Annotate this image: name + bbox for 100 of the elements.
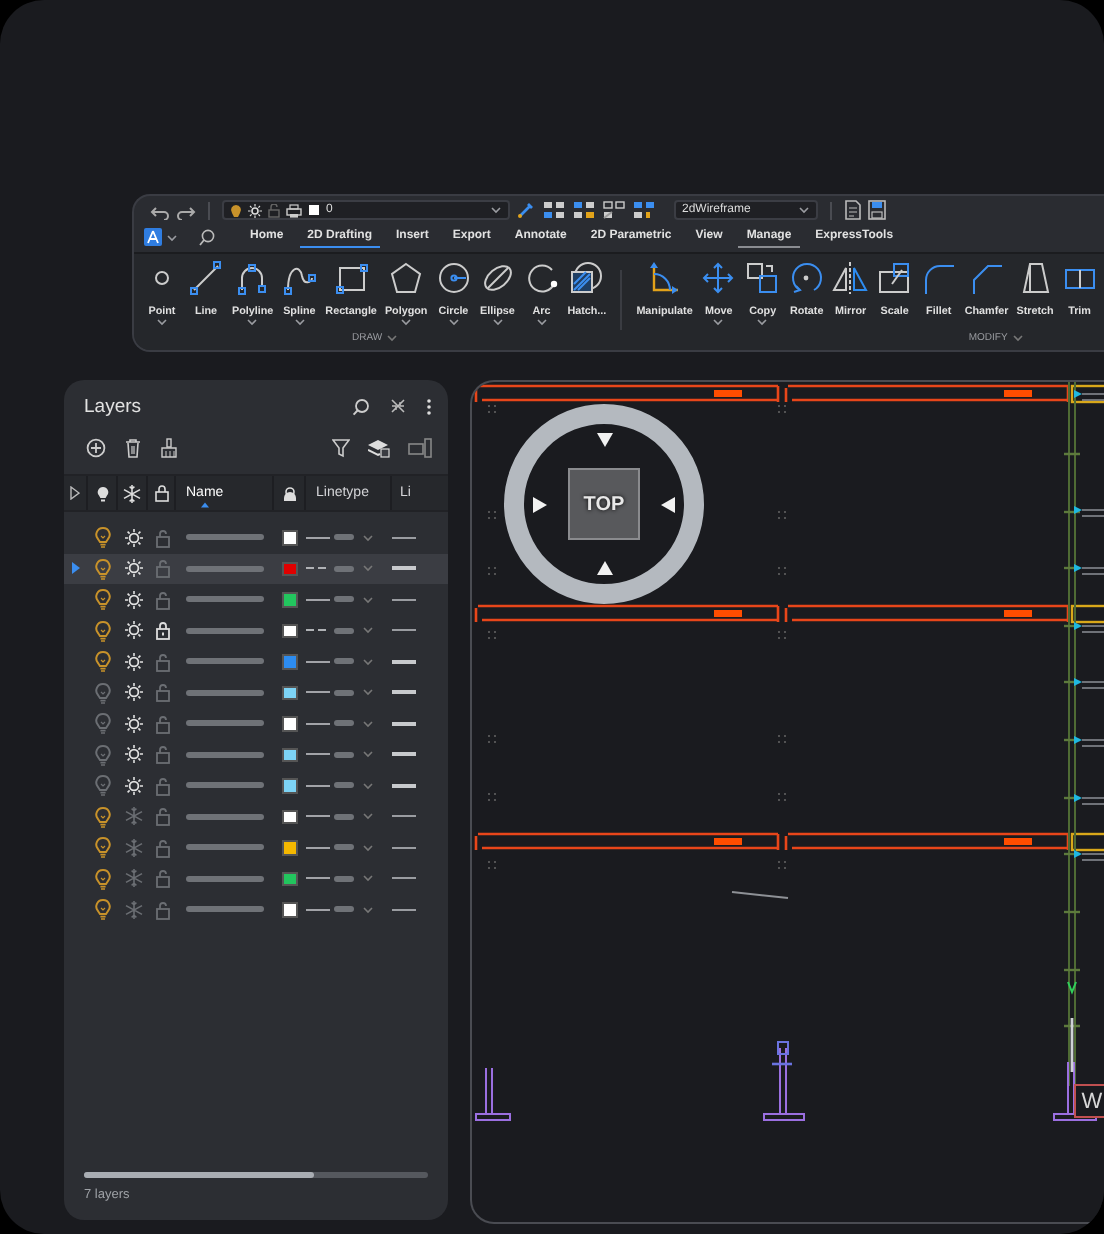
unlocked-icon[interactable] (153, 682, 171, 703)
add-icon[interactable] (86, 438, 106, 458)
snowflake-icon[interactable] (123, 806, 143, 827)
lit-bulb-icon[interactable] (94, 805, 112, 828)
lit-bulb-icon[interactable] (94, 526, 112, 549)
trash-icon[interactable] (124, 438, 142, 458)
undo-icon[interactable] (150, 201, 170, 219)
view-cube-button[interactable]: TOP (568, 468, 640, 540)
color-swatch[interactable] (282, 623, 298, 638)
sun-icon[interactable] (123, 589, 143, 610)
sun-icon[interactable] (123, 775, 143, 796)
color-swatch[interactable] (282, 809, 298, 824)
redacted-linetype (334, 751, 354, 758)
unlocked-icon[interactable] (153, 589, 171, 610)
up-arrow-icon[interactable] (596, 560, 614, 576)
scale-icon (876, 260, 913, 296)
unlocked-icon[interactable] (153, 775, 171, 796)
save-icon[interactable] (868, 200, 886, 220)
left-arrow-icon[interactable] (660, 496, 676, 514)
snowflake-icon[interactable] (123, 837, 143, 858)
rectangle-icon (333, 260, 370, 296)
caret-icon (491, 318, 504, 326)
circle-icon (435, 260, 472, 296)
unlocked-icon[interactable] (153, 899, 171, 920)
unlit-bulb-icon[interactable] (94, 774, 112, 797)
lit-bulb-icon[interactable] (94, 867, 112, 890)
caret-icon (362, 657, 374, 666)
right-arrow-icon[interactable] (532, 496, 548, 514)
unlocked-icon[interactable] (153, 713, 171, 734)
lit-bulb-icon[interactable] (94, 836, 112, 859)
search-icon[interactable] (352, 397, 370, 415)
locked-icon[interactable] (153, 620, 171, 641)
color-swatch[interactable] (282, 747, 298, 762)
grid-icon[interactable] (542, 200, 566, 220)
redo-icon[interactable] (176, 201, 196, 219)
layer-row[interactable] (64, 553, 448, 584)
caret-icon (490, 206, 502, 214)
unlit-bulb-icon[interactable] (94, 681, 112, 704)
lit-bulb-icon[interactable] (94, 557, 112, 580)
layer-stack-icon[interactable] (368, 438, 390, 458)
lit-bulb-icon[interactable] (94, 588, 112, 611)
unlit-bulb-icon[interactable] (94, 712, 112, 735)
filter-icon[interactable] (332, 438, 350, 458)
caret-icon (362, 564, 374, 573)
document-icon[interactable] (844, 200, 862, 220)
color-swatch[interactable] (282, 871, 298, 886)
navigation-ring[interactable]: TOP (504, 404, 704, 604)
snowflake-icon[interactable] (123, 868, 143, 889)
brush-icon[interactable] (160, 438, 178, 458)
unlocked-icon[interactable] (153, 806, 171, 827)
color-swatch[interactable] (282, 530, 298, 545)
sun-icon[interactable] (123, 744, 143, 765)
swatch-icon (308, 204, 320, 216)
color-swatch[interactable] (282, 654, 298, 669)
snowflake-icon[interactable] (123, 899, 143, 920)
lock-icon (153, 484, 169, 502)
sun-icon[interactable] (123, 558, 143, 579)
sun-icon[interactable] (123, 620, 143, 641)
down-arrow-icon[interactable] (596, 432, 614, 448)
sun-icon[interactable] (123, 713, 143, 734)
lit-bulb-icon[interactable] (94, 898, 112, 921)
grid-icon[interactable] (632, 200, 656, 220)
caret-icon (362, 626, 374, 635)
unlocked-icon[interactable] (153, 744, 171, 765)
sun-icon[interactable] (123, 651, 143, 672)
collapse-icon[interactable] (390, 398, 406, 414)
caret-icon (712, 318, 725, 326)
unlocked-icon[interactable] (153, 868, 171, 889)
color-swatch[interactable] (282, 685, 298, 700)
color-swatch[interactable] (282, 561, 298, 576)
horizontal-scrollbar[interactable] (84, 1172, 428, 1178)
sun-icon[interactable] (123, 682, 143, 703)
grid-icon[interactable] (572, 200, 596, 220)
color-swatch[interactable] (282, 778, 298, 793)
redacted-linetype (334, 875, 354, 882)
redacted-name (186, 875, 264, 882)
unlocked-icon[interactable] (153, 837, 171, 858)
unlit-bulb-icon[interactable] (94, 743, 112, 766)
unlocked-icon[interactable] (153, 651, 171, 672)
caret-icon (362, 533, 374, 542)
caret-icon (362, 874, 374, 883)
pencil-icon[interactable] (516, 200, 536, 220)
unlocked-icon[interactable] (153, 527, 171, 548)
grid-icon[interactable] (602, 200, 626, 220)
sun-icon[interactable] (123, 527, 143, 548)
lock-icon (268, 203, 280, 217)
redacted-name (186, 844, 264, 851)
caret-icon (362, 595, 374, 604)
more-icon[interactable] (426, 397, 432, 415)
color-swatch[interactable] (282, 840, 298, 855)
color-swatch[interactable] (282, 902, 298, 917)
lit-bulb-icon[interactable] (94, 619, 112, 642)
search-icon[interactable] (198, 228, 216, 246)
copy-icon (744, 260, 781, 296)
color-swatch[interactable] (282, 716, 298, 731)
lit-bulb-icon[interactable] (94, 650, 112, 673)
caret-icon (362, 905, 374, 914)
color-swatch[interactable] (282, 592, 298, 607)
panel-layout-icon[interactable] (408, 438, 432, 458)
expand-icon[interactable] (70, 486, 80, 500)
